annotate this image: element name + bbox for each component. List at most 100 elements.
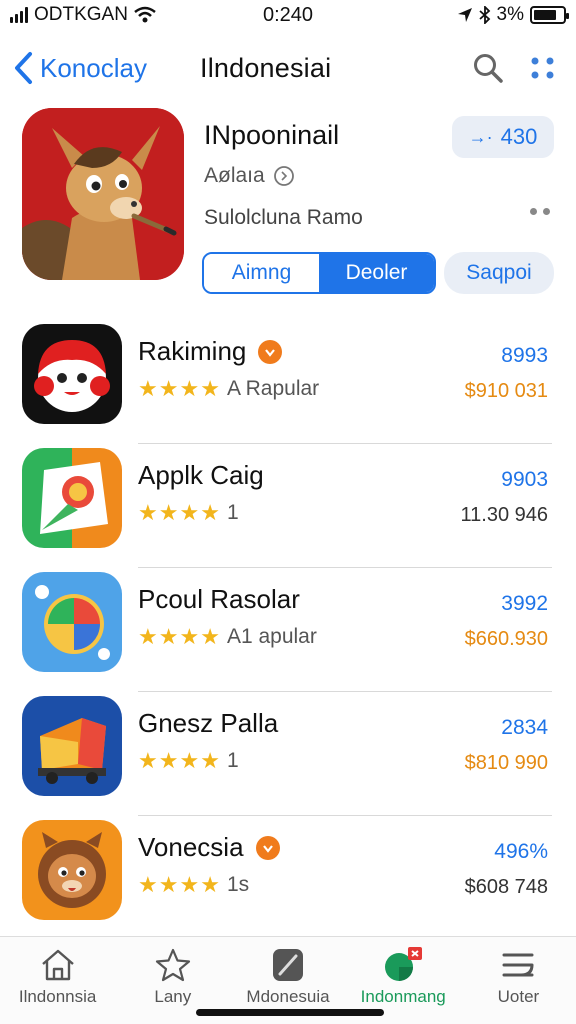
star-icon: ★ [179, 500, 200, 525]
app-price: $608 748 [464, 876, 548, 898]
tab-home[interactable]: Ilndonnsia [0, 937, 115, 1024]
app-name-row: Applk Caig [138, 460, 264, 491]
list-item[interactable]: Rakiming ★ ★ ★ ★ A Rapular 8993 $910 031 [0, 320, 576, 444]
verified-badge-icon [258, 339, 283, 364]
featured-price-button[interactable]: →· 430 [452, 116, 554, 158]
star-icon: ★ [179, 624, 200, 649]
star-icon: ★ [179, 376, 200, 401]
star-icon: ★ [179, 748, 200, 773]
deer-mascot-icon [22, 108, 184, 280]
verified-badge-icon [255, 835, 280, 860]
rating-stars: ★ ★ ★ ★ 1 [138, 748, 239, 774]
featured-app-icon[interactable] [22, 108, 184, 280]
star-icon: ★ [179, 872, 200, 897]
rating-text: 1 [226, 501, 239, 524]
segment-second[interactable]: Deoler [319, 254, 434, 292]
featured-app: INpooninail Aølaıa Sulolcluna Ramo →· 43… [22, 108, 556, 298]
featured-subtitle-text: Aølaıa [204, 164, 265, 187]
rating-text: A Rapular [226, 377, 320, 400]
app-name-row: Gnesz Palla [138, 708, 278, 739]
gallery-icon [273, 949, 303, 981]
nav-actions [472, 52, 564, 84]
list-item[interactable]: Applk Caig ★ ★ ★ ★ 1 9903 11.30 946 [0, 444, 576, 568]
star-icon: ★ [158, 376, 179, 401]
mascot-face-icon [22, 324, 122, 424]
app-name: Vonecsia [138, 832, 244, 862]
rating-stars: ★ ★ ★ ★ 1 [138, 500, 239, 526]
carrier-label: ODTKGAN [34, 4, 128, 25]
star-icon: ★ [138, 872, 158, 897]
search-icon[interactable] [472, 52, 504, 84]
rating-stars: ★ ★ ★ ★ 1s [138, 872, 249, 898]
app-name-row: Rakiming [138, 336, 283, 367]
star-icon: ★ [138, 748, 158, 773]
app-icon-delivery [22, 696, 122, 796]
location-icon [457, 8, 472, 22]
signal-icon [10, 7, 28, 23]
app-count: 8993 [501, 344, 548, 367]
back-label: Konoclay [40, 52, 147, 83]
app-name: Pcoul Rasolar [138, 584, 300, 614]
app-count: 496% [494, 840, 548, 863]
tab-label: Ilndonnsia [18, 987, 97, 1006]
rating-stars: ★ ★ ★ ★ A1 apular [138, 624, 317, 650]
home-icon [41, 949, 74, 981]
updates-icon [502, 953, 534, 977]
list-item[interactable]: Vonecsia ★ ★ ★ ★ 1s 496% $608 748 [0, 816, 576, 940]
list-item[interactable]: Pcoul Rasolar ★ ★ ★ ★ A1 apular 3992 $660.9… [0, 568, 576, 692]
status-bar: ODTKGAN 0:240 3% [0, 0, 576, 30]
tab-label: Lany [154, 987, 192, 1006]
app-name: Gnesz Palla [138, 708, 279, 738]
delivery-truck-icon [22, 696, 122, 796]
app-count: 9903 [501, 468, 548, 491]
chevron-left-icon [15, 52, 32, 84]
app-name-row: Pcoul Rasolar [138, 584, 300, 615]
segment-first[interactable]: Aimng [204, 254, 319, 292]
app-list: Rakiming ★ ★ ★ ★ A Rapular 8993 $910 031 Ap… [0, 320, 576, 940]
star-icon: ★ [138, 500, 158, 525]
app-name-row: Vonecsia [138, 832, 280, 863]
lion-mascot-icon [22, 820, 122, 920]
app-name: Rakiming [138, 336, 247, 366]
tab-label: Mdonesuia [246, 987, 330, 1006]
star-icon: ★ [158, 624, 179, 649]
status-right: 3% [457, 4, 569, 26]
list-item[interactable]: Gnesz Palla ★ ★ ★ ★ 1 2834 $810 990 [0, 692, 576, 816]
featured-app-subtitle: Aølaıa [204, 164, 295, 188]
nav-bar: Konoclay Ilndonesiai [0, 40, 576, 96]
maps-icon [22, 448, 122, 548]
app-price: 11.30 946 [460, 504, 549, 526]
home-indicator[interactable] [196, 1009, 384, 1016]
app-icon-lion [22, 820, 122, 920]
more-dots-icon[interactable] [530, 208, 550, 215]
grid-menu-icon[interactable] [530, 55, 556, 81]
half-star-icon: ★ [200, 872, 220, 897]
back-button[interactable]: Konoclay [12, 51, 147, 85]
rating-stars: ★ ★ ★ ★ A Rapular [138, 376, 319, 402]
weather-icon [22, 572, 122, 672]
featured-action-button[interactable]: Saqpoi [444, 252, 554, 294]
wifi-icon [134, 6, 156, 23]
tab-label: Indonmang [360, 987, 446, 1006]
half-star-icon: ★ [200, 376, 220, 401]
apps-icon [385, 947, 423, 981]
tab-updates[interactable]: Uoter [461, 937, 576, 1024]
page-title: Ilndonesiai [200, 52, 332, 83]
status-time: 0:240 [262, 3, 314, 26]
rating-text: 1 [226, 749, 239, 772]
segmented-control: Aimng Deoler [202, 252, 436, 294]
star-icon: ★ [138, 624, 158, 649]
info-circle-icon[interactable] [273, 165, 295, 187]
status-left: ODTKGAN [10, 4, 156, 26]
app-name: Applk Caig [138, 460, 264, 490]
rating-text: 1s [226, 873, 250, 896]
app-icon-maps [22, 448, 122, 548]
star-icon: ★ [138, 376, 158, 401]
featured-app-developer: Sulolcluna Ramo [204, 206, 363, 229]
app-icon-weather [22, 572, 122, 672]
half-star-icon: ★ [200, 624, 220, 649]
featured-price-label: 430 [500, 124, 538, 149]
app-count: 2834 [501, 716, 548, 739]
battery-percent: 3% [496, 4, 524, 25]
bluetooth-icon [478, 6, 490, 24]
